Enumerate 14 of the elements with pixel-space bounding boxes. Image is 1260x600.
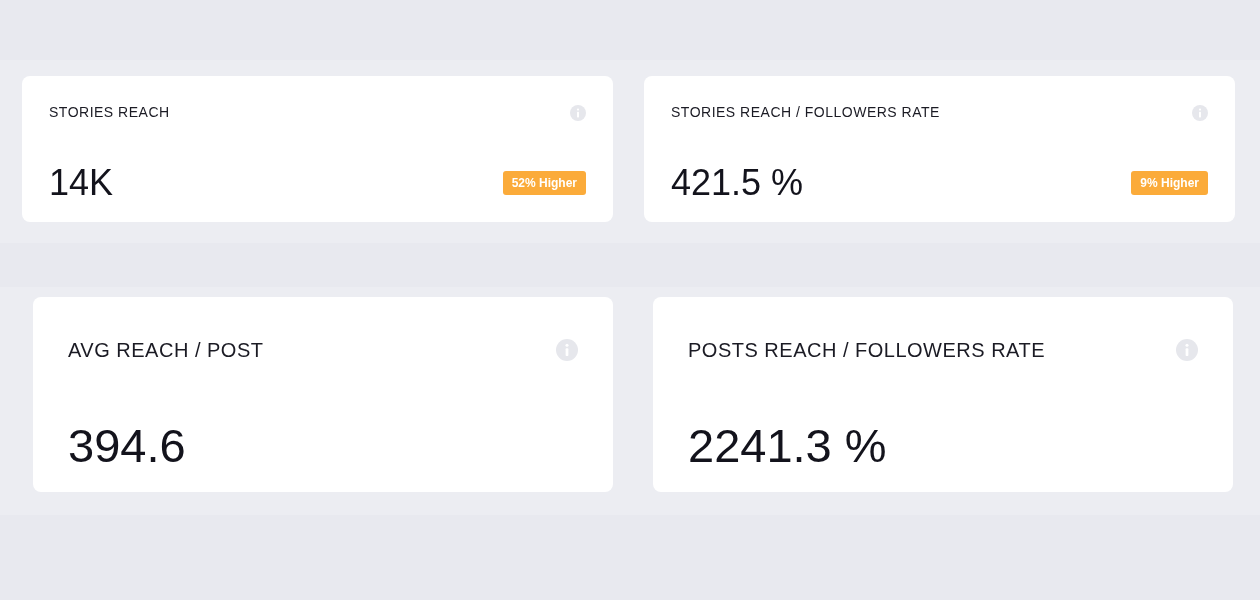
metric-value: 14K [49,165,114,201]
info-icon[interactable] [1192,104,1208,121]
metric-title: STORIES REACH [49,103,170,122]
metric-value: 421.5 % [671,165,804,201]
info-icon[interactable] [556,339,578,361]
info-icon[interactable] [1176,339,1198,361]
comparison-badge: 52% Higher [502,171,586,195]
metric-value: 2241.3 % [688,422,887,469]
metric-title: STORIES REACH / FOLLOWERS RATE [671,103,940,122]
metric-value: 394.6 [68,422,186,469]
metric-title: AVG REACH / POST [68,338,264,363]
metric-title: POSTS REACH / FOLLOWERS RATE [688,338,1046,363]
comparison-badge: 9% Higher [1131,171,1208,195]
info-icon[interactable] [570,104,586,121]
